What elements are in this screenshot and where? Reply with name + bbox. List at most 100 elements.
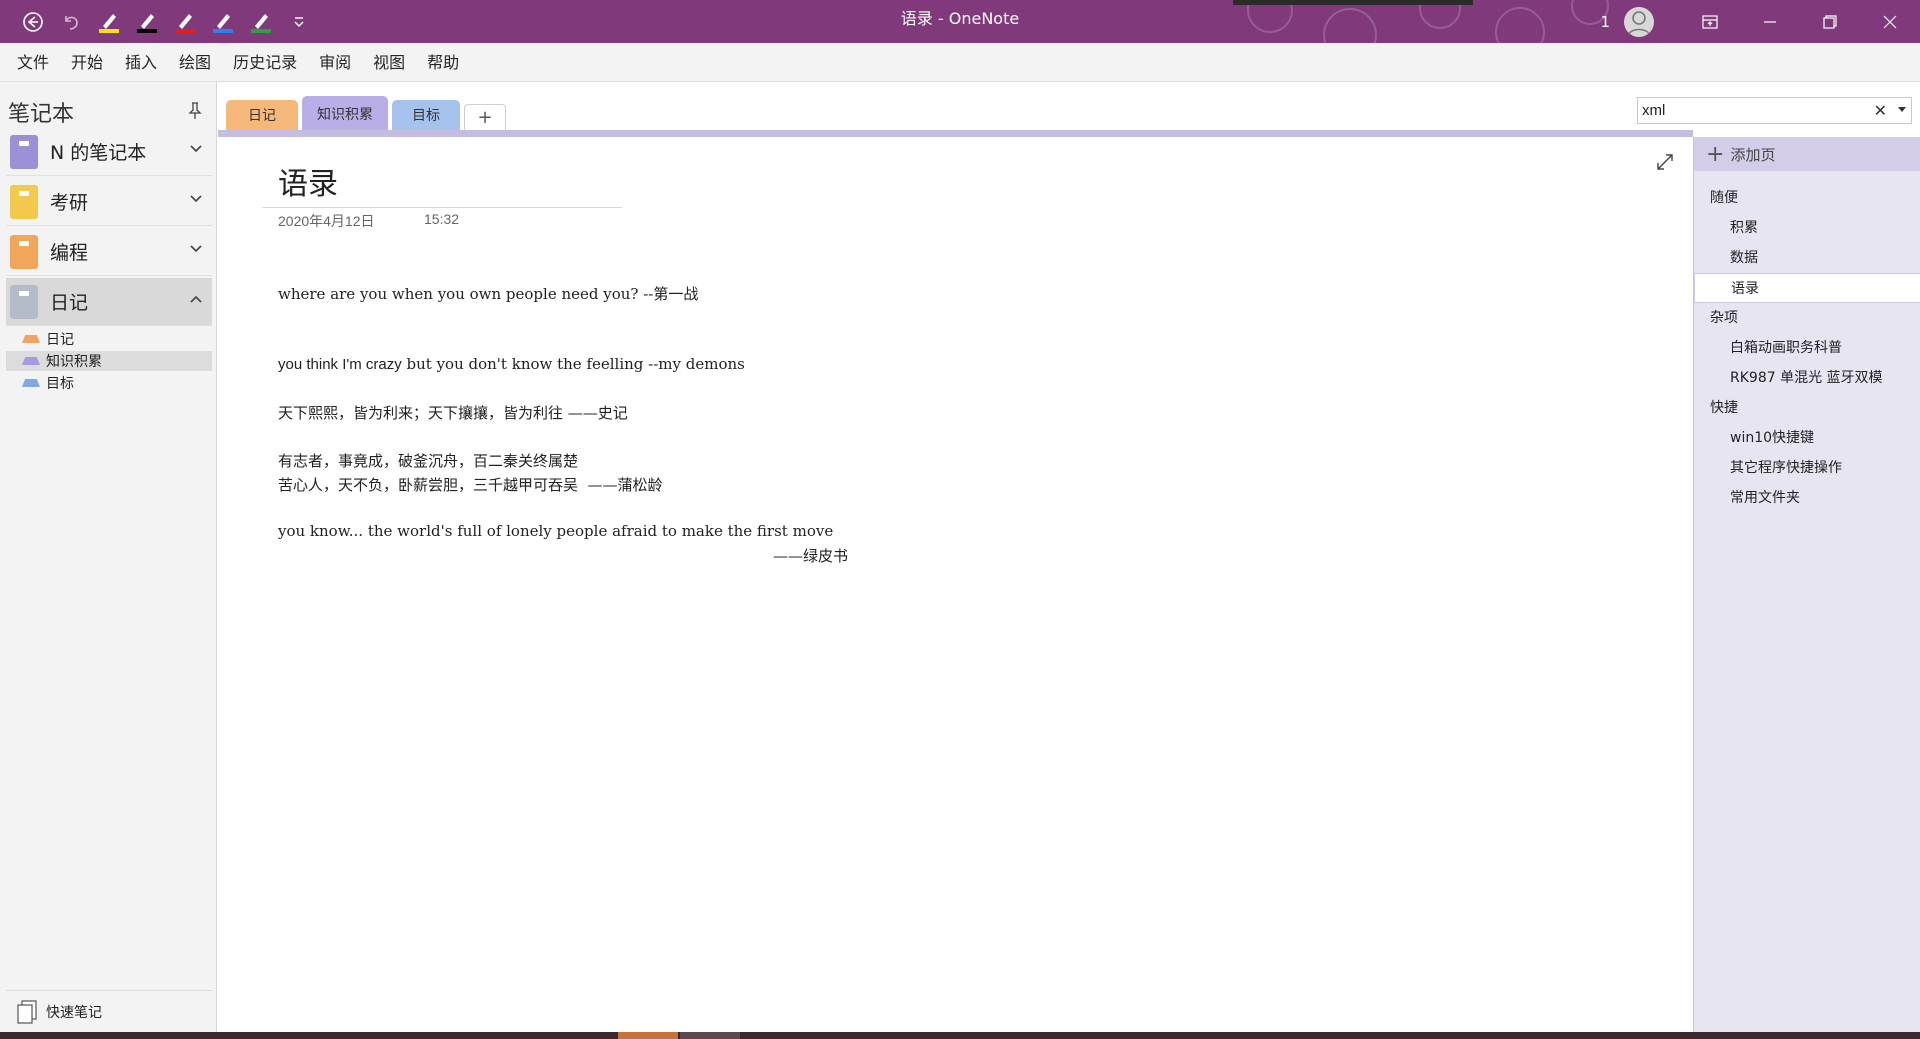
window-title: 语录 - OneNote xyxy=(900,9,1020,28)
page-title[interactable]: 语录 xyxy=(278,159,338,203)
tab-label: 知识积累 xyxy=(317,107,373,123)
add-page-button[interactable]: + 添加页 xyxy=(1694,137,1920,171)
pen-green-icon[interactable] xyxy=(248,9,274,35)
menu-insert[interactable]: 插入 xyxy=(114,43,168,82)
quick-access-toolbar xyxy=(20,0,312,43)
title-decoration xyxy=(1247,0,1609,43)
page-item[interactable]: 其它程序快捷操作 xyxy=(1694,453,1914,483)
section-tab-icon xyxy=(22,335,40,343)
chevron-up-icon[interactable] xyxy=(190,295,202,303)
section-item-mubiao[interactable]: 目标 xyxy=(6,373,212,393)
page-item[interactable]: 随便 xyxy=(1694,183,1914,213)
menu-home[interactable]: 开始 xyxy=(60,43,114,82)
menu-history[interactable]: 历史记录 xyxy=(222,43,308,82)
taskbar-app-indicator[interactable] xyxy=(680,1032,740,1039)
avatar[interactable] xyxy=(1624,6,1654,37)
add-section-button[interactable]: + xyxy=(464,104,506,130)
note-text: you think I'm crazy xyxy=(278,356,402,373)
expand-icon[interactable] xyxy=(1656,153,1674,175)
taskbar-edge xyxy=(0,1032,1920,1039)
notebook-icon xyxy=(10,284,38,319)
search-scope-dropdown-icon[interactable] xyxy=(1898,107,1906,112)
clear-search-icon[interactable]: ✕ xyxy=(1874,101,1887,120)
menu-help[interactable]: 帮助 xyxy=(416,43,470,82)
tab-riji[interactable]: 日记 xyxy=(226,100,298,130)
notebook-icon xyxy=(10,184,38,219)
menu-draw[interactable]: 绘图 xyxy=(168,43,222,82)
chevron-down-icon[interactable] xyxy=(190,245,202,253)
page-item[interactable]: 数据 xyxy=(1694,243,1914,273)
pen-blue-icon[interactable] xyxy=(210,9,236,35)
section-label: 日记 xyxy=(46,332,74,348)
menu-review[interactable]: 审阅 xyxy=(308,43,362,82)
section-label: 目标 xyxy=(46,376,74,392)
search-input[interactable] xyxy=(1638,102,1858,119)
section-tab-icon xyxy=(22,357,40,365)
quick-notes-button[interactable]: 快速笔记 xyxy=(6,990,212,1032)
menu-file[interactable]: 文件 xyxy=(6,43,60,82)
note-line[interactable]: ——绿皮书 xyxy=(773,545,848,566)
menu-view[interactable]: 视图 xyxy=(362,43,416,82)
notebook-label: 日记 xyxy=(50,292,89,314)
pen-red-icon[interactable] xyxy=(172,9,198,35)
title-bar: 语录 - OneNote 1 xyxy=(0,0,1920,43)
notebook-pane: 笔记本 N 的笔记本 考研 编程 日记 日记 知识积累 目标 快速笔记 xyxy=(0,82,217,1032)
note-line[interactable]: 天下熙熙，皆为利来；天下攘攘，皆为利往 ——史记 xyxy=(278,402,628,423)
notebook-icon xyxy=(10,134,38,169)
back-icon[interactable] xyxy=(20,9,46,35)
quick-notes-icon xyxy=(17,999,37,1024)
close-icon[interactable] xyxy=(1860,0,1920,43)
notebook-riji[interactable]: 日记 xyxy=(6,278,212,326)
page-item[interactable]: 快捷 xyxy=(1694,393,1914,423)
page-item[interactable]: win10快捷键 xyxy=(1694,423,1914,453)
search-box: ✕ xyxy=(1637,97,1912,124)
note-line[interactable]: where are you when you own people need y… xyxy=(278,283,698,304)
minimize-icon[interactable] xyxy=(1740,0,1800,43)
notebook-biancheng[interactable]: 编程 xyxy=(6,228,212,276)
tab-zhishijilei[interactable]: 知识积累 xyxy=(302,96,388,132)
add-page-label: 添加页 xyxy=(1730,145,1776,164)
notebook-label: N 的笔记本 xyxy=(50,142,147,164)
page-item[interactable]: 积累 xyxy=(1694,213,1914,243)
pen-black-icon[interactable] xyxy=(134,9,160,35)
restore-icon[interactable] xyxy=(1800,0,1860,43)
page-time: 15:32 xyxy=(424,211,460,227)
notebook-label: 考研 xyxy=(50,192,89,214)
page-canvas[interactable]: 语录 2020年4月12日 15:32 where are you when y… xyxy=(218,137,1693,1032)
notebook-pane-title: 笔记本 xyxy=(8,102,75,127)
customize-dropdown-icon[interactable] xyxy=(286,9,312,35)
page-item[interactable]: RK987 单混光 蓝牙双模 xyxy=(1694,363,1914,393)
page-item[interactable]: 杂项 xyxy=(1694,303,1914,333)
note-line[interactable]: 苦心人，天不负，卧薪尝胆，三千越甲可吞吴 ——蒲松龄 xyxy=(278,474,663,495)
chevron-down-icon[interactable] xyxy=(190,195,202,203)
note-line[interactable]: 有志者，事竟成，破釜沉舟，百二秦关终属楚 xyxy=(278,450,578,471)
user-count: 1 xyxy=(1600,12,1610,31)
page-item[interactable]: 白箱动画职务科普 xyxy=(1694,333,1914,363)
notebook-kaoyan[interactable]: 考研 xyxy=(6,178,212,226)
section-tab-bar: 日记 知识积累 目标 + xyxy=(218,82,1698,137)
taskbar-app-indicator[interactable] xyxy=(618,1032,678,1039)
ribbon-display-icon[interactable] xyxy=(1680,0,1740,43)
page-date: 2020年4月12日 xyxy=(278,213,375,229)
section-label: 知识积累 xyxy=(46,354,102,370)
tab-label: 目标 xyxy=(412,108,440,124)
page-item[interactable]: 常用文件夹 xyxy=(1694,483,1914,513)
section-item-zhishijilei[interactable]: 知识积累 xyxy=(6,351,212,371)
window-controls: 1 xyxy=(1600,0,1920,43)
pin-icon[interactable] xyxy=(188,102,202,124)
chevron-down-icon[interactable] xyxy=(190,145,202,153)
title-underline xyxy=(262,207,622,208)
section-tab-icon xyxy=(22,379,40,387)
section-color-strip xyxy=(218,130,1693,137)
page-item-active[interactable]: 语录 xyxy=(1694,273,1920,303)
tab-label: 日记 xyxy=(248,108,276,124)
tab-mubiao[interactable]: 目标 xyxy=(392,100,460,130)
page-list-pane: + 添加页 随便 积累 数据 语录 杂项 白箱动画职务科普 RK987 单混光 … xyxy=(1693,137,1920,1032)
section-item-riji[interactable]: 日记 xyxy=(6,329,212,349)
undo-icon[interactable] xyxy=(58,9,84,35)
note-line[interactable]: you think I'm crazy but you don't know t… xyxy=(278,355,745,373)
note-line[interactable]: you know... the world's full of lonely p… xyxy=(278,522,833,540)
notebook-n[interactable]: N 的笔记本 xyxy=(6,128,212,176)
highlighter-yellow-icon[interactable] xyxy=(96,9,122,35)
notebook-icon xyxy=(10,234,38,269)
